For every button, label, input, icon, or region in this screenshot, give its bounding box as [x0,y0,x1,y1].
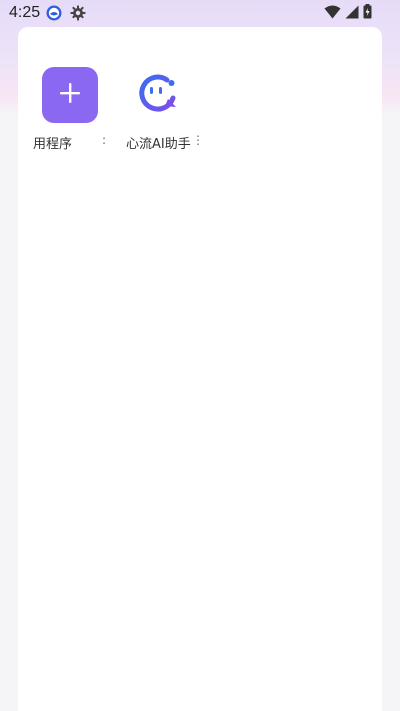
app-label: 心流AI助手 [126,137,191,152]
status-right-icons [324,4,372,23]
status-time: 4:25 [9,4,41,21]
app-label: 用程序 [33,137,73,152]
add-app-button[interactable] [42,67,98,123]
wifi-icon [324,4,341,23]
plus-icon [59,82,81,108]
xinliu-app-icon-button[interactable] [129,67,185,123]
app-more-button[interactable]: ⋮ [192,133,204,147]
cellular-signal-icon [345,4,359,23]
app-drawer-card: 用程序 : 心流AI助手 ⋮ [18,27,382,711]
app-more-button[interactable]: : [102,133,106,147]
app-notification-icon [46,5,62,21]
battery-charging-icon [363,4,372,23]
app-tile-add[interactable]: 用程序 : [25,67,115,152]
gear-icon [70,5,86,21]
app-tile-xinliu-ai[interactable]: 心流AI助手 ⋮ [112,67,204,152]
xinliu-logo-icon [135,71,179,119]
status-bar: 4:25 [0,0,400,28]
